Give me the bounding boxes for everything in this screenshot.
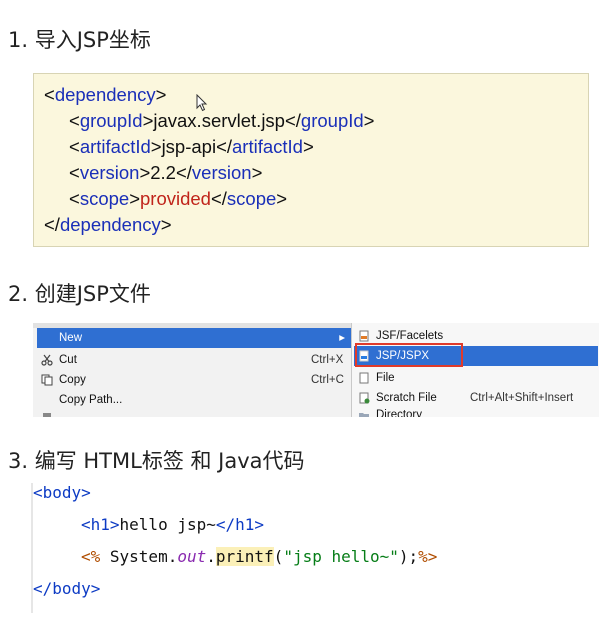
scratch-shortcut: Ctrl+Alt+Shift+Insert <box>470 392 574 404</box>
jsf-file-icon <box>359 330 369 342</box>
file-icon <box>359 372 369 384</box>
submenu-item-directory[interactable]: Directory <box>354 407 598 417</box>
copy-shortcut: Ctrl+C <box>311 374 344 386</box>
xml-line-5: <scope>provided</scope> <box>69 188 288 209</box>
step-3-heading: 3. 编写 HTML标签 和 Java代码 <box>8 449 305 473</box>
paste-icon <box>43 413 51 417</box>
scratch-file-icon <box>359 392 370 404</box>
maven-dependency-snippet: <dependency> <groupId>javax.servlet.jsp<… <box>33 73 589 247</box>
ide-context-menu: New ▸ Cut Ctrl+X Copy Ctrl+C Copy Path..… <box>33 323 599 417</box>
copy-icon <box>41 374 53 386</box>
cut-shortcut: Ctrl+X <box>311 354 344 366</box>
menu-item-copy-path[interactable]: Copy Path... <box>37 390 351 410</box>
menu-item-copy[interactable]: Copy Ctrl+C <box>37 370 351 390</box>
xml-line-2: <groupId>javax.servlet.jsp</groupId> <box>69 110 375 131</box>
menu-item-partial <box>37 410 351 417</box>
menu-item-new[interactable]: New ▸ <box>37 328 351 348</box>
code-line-2: <h1>hello jsp~</h1> <box>81 515 265 534</box>
folder-icon <box>359 413 369 417</box>
submenu-item-scratch[interactable]: Scratch File Ctrl+Alt+Shift+Insert <box>354 388 598 408</box>
jsp-code-snippet: <body> <h1>hello jsp~</h1> <% System.out… <box>31 483 593 613</box>
mouse-cursor-icon <box>196 94 208 112</box>
code-line-1: <body> <box>33 483 91 502</box>
xml-line-4: <version>2.2</version> <box>69 162 263 183</box>
menu-item-cut[interactable]: Cut Ctrl+X <box>37 350 351 370</box>
xml-line-1: <dependency> <box>44 84 167 105</box>
submenu-arrow-icon: ▸ <box>339 332 345 344</box>
xml-line-3: <artifactId>jsp-api</artifactId> <box>69 136 314 157</box>
scissors-icon <box>41 354 53 366</box>
xml-line-6: </dependency> <box>44 214 172 235</box>
context-submenu-new: JSF/Facelets JSP/JSPX File Scratch File … <box>351 323 599 417</box>
jsp-highlight-box <box>355 343 463 367</box>
submenu-item-file[interactable]: File <box>354 368 598 388</box>
step-2-heading: 2. 创建JSP文件 <box>8 282 151 306</box>
code-line-3: <% System.out.printf("jsp hello~");%> <box>81 547 438 566</box>
context-menu-main: New ▸ Cut Ctrl+X Copy Ctrl+C Copy Path..… <box>33 323 599 417</box>
code-line-4: </body> <box>33 579 101 598</box>
step-1-heading: 1. 导入JSP坐标 <box>8 28 151 52</box>
